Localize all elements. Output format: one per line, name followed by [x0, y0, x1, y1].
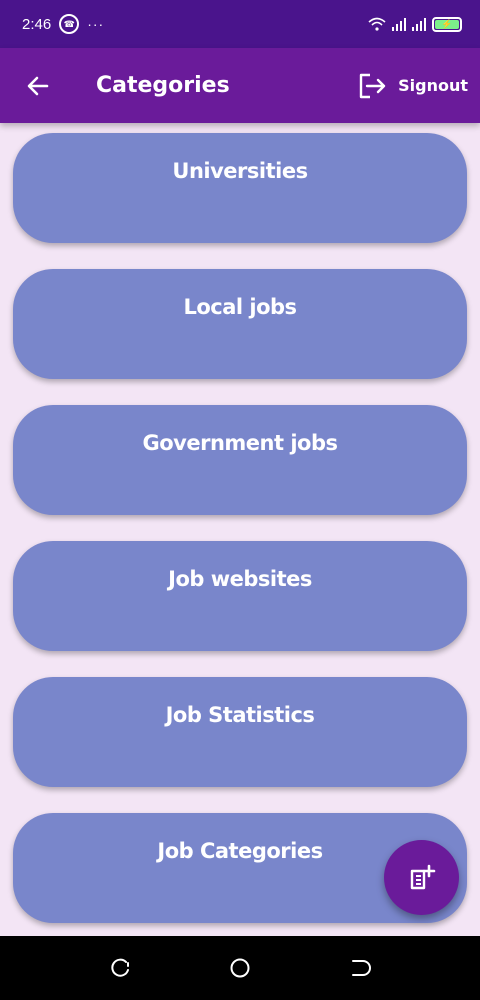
category-label: Universities	[172, 159, 308, 183]
logout-icon	[359, 73, 386, 98]
whatsapp-icon: ☎	[59, 14, 80, 34]
back-button[interactable]	[0, 48, 76, 123]
recents-icon	[111, 958, 129, 977]
recents-button[interactable]	[96, 944, 144, 992]
more-dots-icon: ···	[87, 16, 105, 32]
category-label: Job websites	[168, 567, 312, 591]
category-universities-button[interactable]: Universities	[13, 133, 467, 243]
category-list: Universities Local jobs Government jobs …	[13, 133, 467, 949]
note-add-icon	[410, 864, 435, 889]
category-job-statistics-button[interactable]: Job Statistics	[13, 677, 467, 787]
arrow-back-icon	[27, 76, 49, 95]
category-label: Job Categories	[157, 839, 323, 863]
home-button[interactable]	[216, 944, 264, 992]
battery-charging-icon: ⚡	[432, 16, 462, 32]
signal-icon	[412, 17, 426, 31]
system-nav-bar	[0, 936, 480, 1000]
signout-label: Signout	[398, 76, 468, 95]
category-label: Job Statistics	[165, 703, 315, 727]
back-nav-button[interactable]	[336, 944, 384, 992]
category-label: Local jobs	[183, 295, 297, 319]
category-government-jobs-button[interactable]: Government jobs	[13, 405, 467, 515]
signout-button[interactable]: Signout	[358, 48, 480, 123]
status-bar: 2:46 ☎ ··· ⚡	[0, 0, 480, 48]
category-local-jobs-button[interactable]: Local jobs	[13, 269, 467, 379]
category-job-websites-button[interactable]: Job websites	[13, 541, 467, 651]
status-time: 2:46	[22, 15, 52, 33]
category-label: Government jobs	[142, 431, 338, 455]
wifi-icon	[368, 17, 386, 31]
add-note-fab[interactable]	[384, 840, 459, 915]
app-bar: Categories Signout	[0, 48, 480, 123]
home-icon	[230, 958, 250, 978]
page-title: Categories	[96, 73, 230, 98]
signal-icon	[392, 17, 406, 31]
back-icon	[352, 960, 371, 976]
